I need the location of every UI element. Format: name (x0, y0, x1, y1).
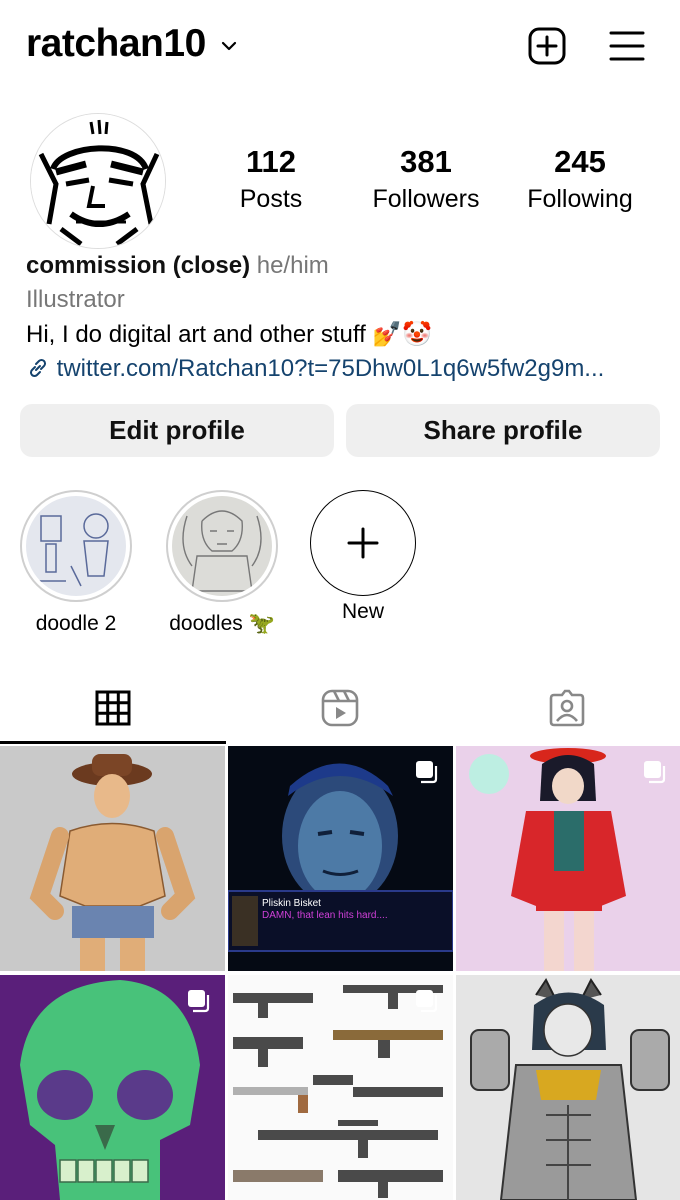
highlight-ring (166, 490, 278, 602)
display-name: commission (close) (26, 252, 251, 279)
tab-tagged[interactable] (454, 670, 680, 745)
avatar[interactable] (30, 113, 166, 249)
category: Illustrator (26, 286, 125, 313)
new-post-icon[interactable] (527, 26, 567, 66)
post-thumbnail[interactable] (456, 746, 680, 971)
active-tab-indicator (0, 741, 226, 744)
pronouns: he/him (256, 252, 329, 279)
posts-count: 112 (245, 144, 296, 179)
multiple-posts-icon (188, 990, 210, 1013)
highlight-label: New (341, 600, 384, 623)
menu-icon[interactable] (607, 26, 647, 66)
post-thumbnail[interactable]: Pliskin Bisket DAMN, that lean hits hard… (228, 746, 453, 971)
plus-icon (347, 527, 379, 559)
post-thumbnail[interactable] (228, 975, 453, 1200)
link-icon (29, 358, 47, 378)
multiple-posts-icon (416, 990, 438, 1013)
highlight-cover (26, 496, 126, 596)
multiple-posts-icon (644, 761, 666, 784)
followers-count: 381 (400, 144, 452, 179)
bio-link-text: twitter.com/Ratchan10?t=75Dhw0L1q6w5fw2g… (56, 355, 605, 382)
following-count: 245 (554, 144, 606, 179)
chevron-down-icon[interactable] (220, 37, 238, 55)
highlight-new[interactable]: New (308, 490, 418, 624)
bio-name-line: commission (close) he/him (26, 252, 329, 280)
stat-followers[interactable]: 381 Followers (356, 143, 496, 217)
stat-following[interactable]: 245 Following (510, 143, 650, 217)
highlight-ring (20, 490, 132, 602)
grid-icon (95, 690, 131, 725)
highlight-cover (172, 496, 272, 596)
reels-icon (321, 689, 359, 726)
post-caption-name: Pliskin Bisket (262, 898, 321, 909)
stat-posts[interactable]: 112 Posts (201, 143, 341, 217)
posts-label: Posts (239, 185, 303, 213)
edit-profile-button[interactable]: Edit profile (20, 404, 334, 457)
post-thumbnail[interactable] (456, 975, 680, 1200)
highlight-doodles[interactable]: doodles 🦖 (166, 490, 278, 636)
following-label: Following (527, 185, 633, 213)
tagged-icon (549, 689, 585, 726)
profile-tabs (0, 670, 680, 745)
post-thumbnail[interactable] (0, 746, 225, 971)
tab-reels[interactable] (227, 670, 453, 745)
username[interactable]: ratchan10 (26, 22, 206, 66)
followers-label: Followers (372, 185, 480, 213)
highlight-label: doodles 🦖 (169, 612, 275, 635)
bio-link[interactable]: twitter.com/Ratchan10?t=75Dhw0L1q6w5fw2g… (26, 355, 656, 383)
highlight-label: doodle 2 (35, 612, 117, 635)
profile-header: ratchan10 (0, 0, 680, 95)
highlight-doodle-2[interactable]: doodle 2 (20, 490, 132, 636)
share-profile-button[interactable]: Share profile (346, 404, 660, 457)
bio-text: Hi, I do digital art and other stuff 💅🤡 (26, 321, 433, 348)
post-grid: Pliskin Bisket DAMN, that lean hits hard… (0, 746, 680, 1200)
post-thumbnail[interactable] (0, 975, 225, 1200)
multiple-posts-icon (416, 761, 438, 784)
new-highlight-circle (310, 490, 416, 596)
tab-grid[interactable] (0, 670, 226, 745)
post-caption-text: DAMN, that lean hits hard.... (262, 910, 388, 921)
